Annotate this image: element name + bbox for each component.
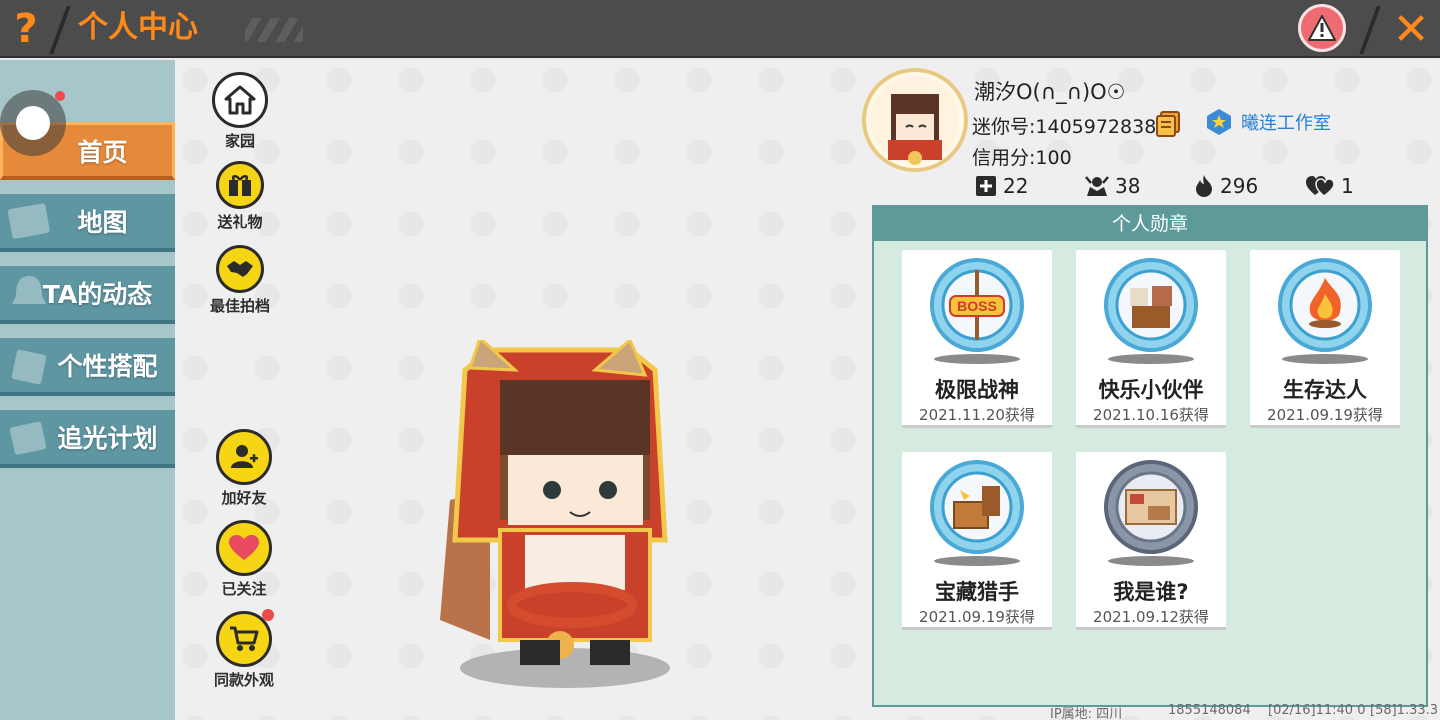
ip-location: IP属地: 四川: [1050, 707, 1123, 720]
medal-card[interactable]: 我是谁? 2021.09.12获得: [1076, 452, 1226, 630]
medal-shadow: [934, 354, 1020, 364]
add-friend-icon: [216, 429, 272, 485]
credit-score: 信用分:100: [972, 147, 1072, 169]
medal-card[interactable]: BOSS 极限战神 2021.11.20获得: [902, 250, 1052, 428]
follow-label: 已关注: [221, 580, 267, 598]
stat-likes-value: 22: [1003, 174, 1029, 198]
follow-button[interactable]: 已关注: [204, 520, 284, 599]
outfit-icon: [11, 349, 47, 385]
sidebar-item-label: 首页: [77, 137, 128, 167]
avatar-portrait-icon: [871, 76, 959, 165]
medal-name: 生存达人: [1283, 378, 1367, 402]
timestamp: [02/16]11:40 0: [1268, 703, 1366, 718]
plan-icon: [10, 421, 47, 455]
medal-date: 2021.10.16获得: [1093, 406, 1209, 424]
medal-name: 快乐小伙伴: [1098, 378, 1204, 402]
letter-medal-icon: [1104, 460, 1198, 554]
medal-name: 极限战神: [935, 378, 1019, 402]
medal-card[interactable]: 生存达人 2021.09.19获得: [1250, 250, 1400, 428]
help-icon: ?: [14, 6, 38, 52]
send-gift-label: 送礼物: [217, 213, 263, 231]
friends-medal-icon: [1104, 258, 1198, 352]
studio-name: 曦连工作室: [1241, 113, 1331, 134]
header-stripe-decoration: [245, 18, 303, 42]
stat-popularity-value: 296: [1220, 174, 1259, 198]
studio-link[interactable]: 曦连工作室: [1205, 108, 1331, 136]
medal-date: 2021.11.20获得: [919, 406, 1035, 424]
sidebar-item-label: 追光计划: [57, 424, 158, 453]
floating-ball-knob: [16, 106, 50, 140]
medal-date: 2021.09.12获得: [1093, 608, 1209, 626]
studio-badge-icon: [1207, 109, 1231, 135]
player-name: 潮汐O(∩_∩)O☉: [974, 80, 1126, 104]
medal-shadow: [1282, 354, 1368, 364]
medal-date: 2021.09.19获得: [1267, 406, 1383, 424]
sidebar-item-label: 个性搭配: [57, 352, 158, 381]
close-button[interactable]: ✕: [1382, 0, 1440, 58]
notification-dot: [55, 91, 65, 101]
page-title: 个人中心: [78, 10, 198, 45]
player-character-avatar: [440, 340, 670, 688]
add-friend-button[interactable]: 加好友: [204, 429, 284, 508]
medal-panel: 个人勋章 BOSS 极限战神 2021.11.20获得 快乐小伙伴 2021.1…: [872, 205, 1428, 707]
mini-id: 迷你号:1405972838: [972, 116, 1157, 138]
map-icon: [7, 203, 50, 239]
hearts-icon: [1306, 176, 1335, 197]
top-bar: ? 个人中心 ✕: [0, 0, 1440, 58]
best-partner-button[interactable]: 最佳拍档: [200, 245, 280, 316]
home-button[interactable]: 家园: [200, 72, 280, 151]
sidebar: 首页 地图 TA的动态 个性搭配 追光计划: [0, 60, 175, 720]
medal-panel-title: 个人勋章: [874, 207, 1426, 241]
house-icon: [212, 72, 268, 128]
report-button[interactable]: [1298, 4, 1346, 52]
medal-card[interactable]: 宝藏猎手 2021.09.19获得: [902, 452, 1052, 630]
profile-avatar[interactable]: [862, 68, 968, 172]
same-outfit-label: 同款外观: [213, 671, 274, 689]
plus-square-icon: [976, 176, 996, 196]
version: [58]1.33.3: [1370, 703, 1439, 718]
sidebar-item-activity[interactable]: TA的动态: [0, 266, 175, 324]
home-label: 家园: [224, 132, 255, 150]
treasure-medal-icon: [930, 460, 1024, 554]
gift-icon: [216, 161, 264, 209]
stat-friends: 1: [1305, 174, 1354, 198]
sidebar-item-outfit[interactable]: 个性搭配: [0, 338, 175, 396]
handshake-icon: [216, 245, 264, 293]
close-icon: ✕: [1392, 3, 1430, 55]
new-badge-dot: [262, 609, 274, 621]
boss-medal-icon: BOSS: [930, 258, 1024, 352]
svg-text:BOSS: BOSS: [957, 298, 997, 314]
sidebar-item-map[interactable]: 地图: [0, 194, 175, 252]
fans-icon: [1085, 176, 1109, 196]
medal-name: 我是谁?: [1113, 580, 1189, 604]
medal-card[interactable]: 快乐小伙伴 2021.10.16获得: [1076, 250, 1226, 428]
stat-popularity: 296: [1194, 174, 1258, 198]
sidebar-item-label: TA的动态: [42, 280, 153, 309]
medal-shadow: [1108, 556, 1194, 566]
medal-date: 2021.09.19获得: [919, 608, 1035, 626]
send-gift-button[interactable]: 送礼物: [200, 161, 280, 232]
heart-icon: [216, 520, 272, 576]
same-outfit-button[interactable]: 同款外观: [204, 609, 284, 690]
stat-friends-value: 1: [1341, 174, 1354, 198]
sidebar-item-label: 地图: [77, 208, 128, 237]
medal-name: 宝藏猎手: [935, 580, 1019, 604]
add-friend-label: 加好友: [221, 489, 267, 507]
fire-icon: [1196, 175, 1212, 197]
fire-medal-icon: [1278, 258, 1372, 352]
sidebar-item-plan[interactable]: 追光计划: [0, 410, 175, 468]
header-divider: [49, 6, 71, 54]
header-divider: [1359, 6, 1381, 54]
medal-shadow: [1108, 354, 1194, 364]
stat-fans: 38: [1085, 174, 1140, 198]
stat-likes: 22: [975, 174, 1028, 198]
stat-fans-value: 38: [1115, 174, 1141, 198]
user-uid: 1855148084: [1168, 703, 1251, 718]
help-button[interactable]: ?: [0, 0, 52, 58]
copy-icon[interactable]: [1154, 110, 1182, 138]
best-partner-label: 最佳拍档: [209, 297, 270, 315]
medal-shadow: [934, 556, 1020, 566]
warning-icon: [1308, 15, 1336, 41]
